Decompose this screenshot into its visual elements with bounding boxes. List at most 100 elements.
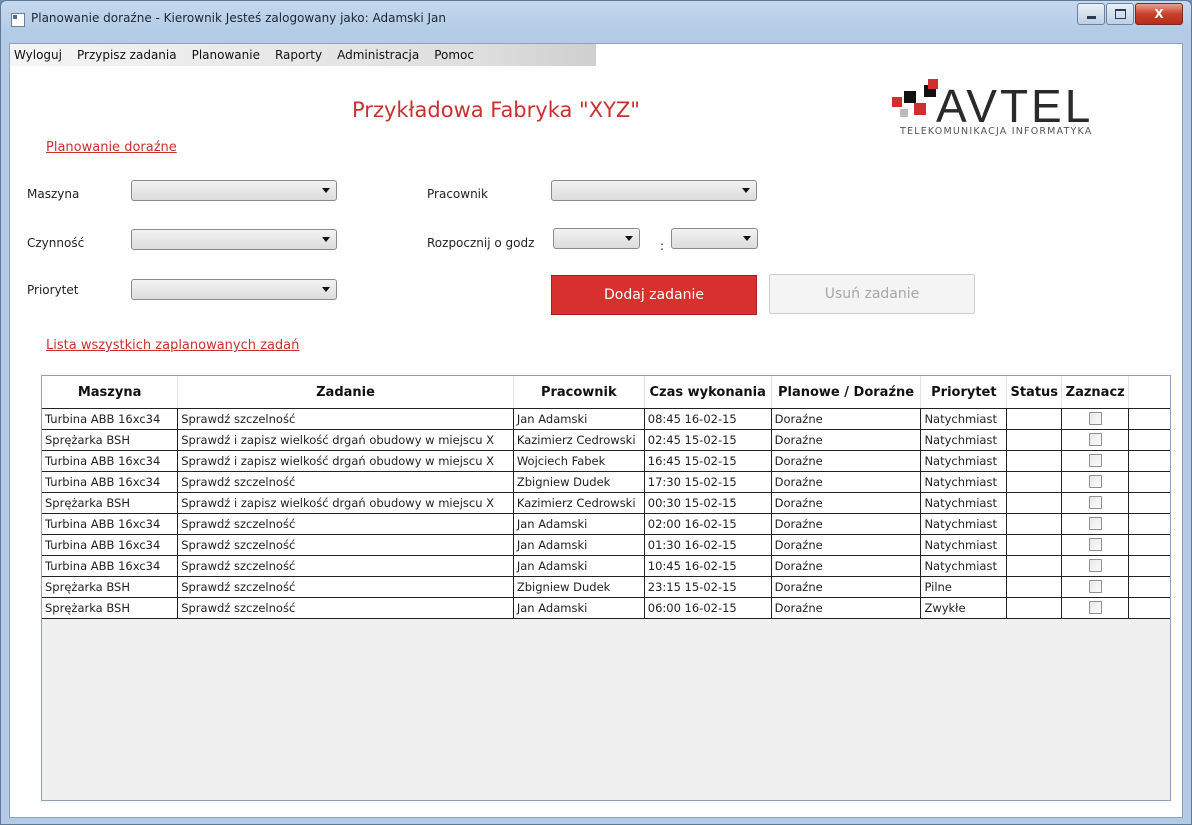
table-row[interactable]: Turbina ABB 16xc34 Sprawdź i zapisz wielk… [42, 450, 1170, 472]
row-select-checkbox[interactable] [1088, 600, 1102, 614]
table-row[interactable]: Sprężarka BSH Sprawdź szczelność Zbigniew … [42, 576, 1170, 598]
minute-select[interactable] [671, 228, 758, 249]
cell-time: 23:15 15-02-15 [644, 576, 772, 598]
table-row[interactable]: Sprężarka BSH Sprawdź i zapisz wielkość d… [42, 492, 1170, 514]
cell-filler [1128, 534, 1170, 556]
table-row[interactable]: Turbina ABB 16xc34 Sprawdź szczelność Jan … [42, 513, 1170, 535]
chevron-down-icon [322, 287, 330, 292]
menu-raporty[interactable]: Raporty [267, 48, 329, 62]
cell-filler [1128, 471, 1170, 493]
close-button[interactable]: X [1135, 3, 1183, 25]
cell-filler [1128, 555, 1170, 577]
cell-worker: Zbigniew Dudek [513, 576, 645, 598]
row-select-checkbox[interactable] [1088, 411, 1102, 425]
cell-priority: Natychmiast [920, 429, 1008, 451]
cell-priority: Natychmiast [920, 492, 1008, 514]
add-task-button[interactable]: Dodaj zadanie [551, 275, 757, 315]
table-row[interactable]: Turbina ABB 16xc34 Sprawdź szczelność Jan … [42, 408, 1170, 430]
table-row[interactable]: Sprężarka BSH Sprawdź i zapisz wielkość d… [42, 429, 1170, 451]
activity-select[interactable] [131, 229, 337, 250]
chevron-down-icon [322, 237, 330, 242]
column-header-priorytet[interactable]: Priorytet [920, 376, 1008, 409]
column-header-maszyna[interactable]: Maszyna [42, 376, 179, 409]
cell-type: Doraźne [771, 513, 922, 535]
cell-machine: Sprężarka BSH [42, 597, 179, 619]
worker-select[interactable] [551, 180, 757, 201]
cell-select [1061, 471, 1130, 493]
cell-task: Sprawdź szczelność [177, 513, 514, 535]
section-task-list[interactable]: Lista wszystkich zaplanowanych zadań [46, 338, 299, 353]
table-row[interactable]: Turbina ABB 16xc34 Sprawdź szczelność Jan … [42, 534, 1170, 556]
chevron-down-icon [743, 236, 751, 241]
priority-select[interactable] [131, 279, 337, 300]
row-select-checkbox[interactable] [1088, 474, 1102, 488]
cell-time: 10:45 16-02-15 [644, 555, 772, 577]
cell-status [1006, 513, 1063, 535]
column-header-pracownik[interactable]: Pracownik [513, 376, 645, 409]
menu-przypisz-zadania[interactable]: Przypisz zadania [69, 48, 184, 62]
cell-select [1061, 492, 1130, 514]
cell-worker: Wojciech Fabek [513, 450, 645, 472]
cell-task: Sprawdź i zapisz wielkość drgań obudowy … [177, 450, 514, 472]
menu-planowanie[interactable]: Planowanie [184, 48, 267, 62]
row-select-checkbox[interactable] [1088, 537, 1102, 551]
hour-select[interactable] [553, 228, 640, 249]
cell-task: Sprawdź szczelność [177, 408, 514, 430]
column-header-zaznacz[interactable]: Zaznacz [1061, 376, 1130, 409]
section-planowanie-dorazne[interactable]: Planowanie doraźne [46, 140, 177, 155]
client-area: Wyloguj Przypisz zadania Planowanie Rapo… [9, 43, 1183, 818]
row-select-checkbox[interactable] [1088, 495, 1102, 509]
table-row[interactable]: Sprężarka BSH Sprawdź szczelność Jan Adams… [42, 597, 1170, 619]
table-row[interactable]: Turbina ABB 16xc34 Sprawdź szczelność Zbig… [42, 471, 1170, 493]
menu-administracja[interactable]: Administracja [329, 48, 426, 62]
worker-label: Pracownik [427, 187, 488, 201]
cell-task: Sprawdź i zapisz wielkość drgań obudowy … [177, 429, 514, 451]
minimize-button[interactable] [1077, 3, 1105, 25]
row-select-checkbox[interactable] [1088, 558, 1102, 572]
cell-priority: Natychmiast [920, 471, 1008, 493]
column-header-zadanie[interactable]: Zadanie [177, 376, 514, 409]
row-select-checkbox[interactable] [1088, 453, 1102, 467]
cell-priority: Natychmiast [920, 534, 1008, 556]
menu-pomoc[interactable]: Pomoc [426, 48, 481, 62]
cell-task: Sprawdź szczelność [177, 534, 514, 556]
table-row[interactable]: Turbina ABB 16xc34 Sprawdź szczelność Jan … [42, 555, 1170, 577]
column-header-czas[interactable]: Czas wykonania [644, 376, 772, 409]
app-window: Planowanie doraźne - Kierownik Jesteś za… [0, 0, 1192, 825]
cell-machine: Turbina ABB 16xc34 [42, 471, 179, 493]
column-header-typ[interactable]: Planowe / Doraźne [771, 376, 922, 409]
maximize-button[interactable] [1106, 3, 1134, 25]
column-header-status[interactable]: Status [1006, 376, 1063, 409]
cell-machine: Turbina ABB 16xc34 [42, 450, 179, 472]
cell-worker: Kazimierz Cedrowski [513, 429, 645, 451]
tasks-grid[interactable]: Maszyna Zadanie Pracownik Czas wykonania… [41, 375, 1171, 801]
row-select-checkbox[interactable] [1088, 516, 1102, 530]
title-bar[interactable]: Planowanie doraźne - Kierownik Jesteś za… [1, 1, 1191, 35]
cell-priority: Zwykłe [920, 597, 1008, 619]
chevron-down-icon [322, 188, 330, 193]
cell-status [1006, 534, 1063, 556]
company-logo: AVTEL TELEKOMUNIKACJA INFORMATYKA [886, 76, 1156, 148]
cell-status [1006, 555, 1063, 577]
window-app-icon[interactable] [11, 13, 25, 27]
logo-name: AVTEL [936, 80, 1093, 126]
cell-select [1061, 429, 1130, 451]
chevron-down-icon [625, 236, 633, 241]
cell-status [1006, 492, 1063, 514]
cell-type: Doraźne [771, 450, 922, 472]
cell-filler [1128, 492, 1170, 514]
start-time-label: Rozpocznij o godz [427, 236, 535, 250]
cell-worker: Jan Adamski [513, 555, 645, 577]
cell-worker: Jan Adamski [513, 513, 645, 535]
machine-select[interactable] [131, 180, 337, 201]
cell-priority: Natychmiast [920, 555, 1008, 577]
cell-filler [1128, 408, 1170, 430]
cell-type: Doraźne [771, 576, 922, 598]
delete-task-button[interactable]: Usuń zadanie [769, 274, 975, 314]
cell-time: 02:45 15-02-15 [644, 429, 772, 451]
cell-select [1061, 408, 1130, 430]
menu-wyloguj[interactable]: Wyloguj [10, 48, 69, 62]
column-header-filler [1128, 376, 1170, 409]
row-select-checkbox[interactable] [1088, 432, 1102, 446]
row-select-checkbox[interactable] [1088, 579, 1102, 593]
